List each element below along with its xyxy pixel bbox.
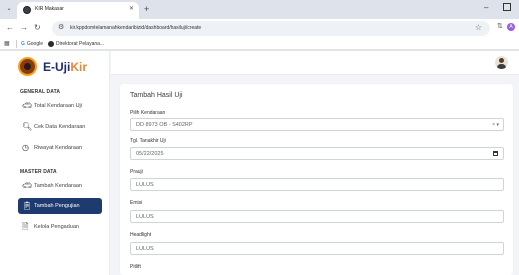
car-icon: 🚗︎: [22, 101, 33, 110]
sidebar-item-label: Kelola Pengaduan: [34, 224, 79, 230]
google-icon: G: [21, 41, 25, 47]
bookmarks-bar: ▦ G Google Direktorat Pelayana...: [0, 38, 519, 50]
history-icon: ◷: [22, 143, 29, 152]
new-tab-icon[interactable]: +: [144, 3, 149, 15]
field-label-pitlift: Pitlift: [130, 264, 141, 270]
logo-emblem-icon: [18, 57, 37, 76]
tab-title: KIR Makasar: [35, 6, 64, 12]
clipboard-icon: 📋︎: [22, 201, 33, 210]
reload-icon[interactable]: ↻: [34, 23, 41, 33]
app-viewport: E-UjiKir GENERAL DATA 🚗︎ Total Kendaraan…: [0, 51, 519, 275]
field-label-prauji: Prauji: [130, 169, 143, 175]
sidebar-item-label: Cek Data Kendaraan: [34, 124, 86, 130]
emisi-input[interactable]: LULUS: [130, 210, 504, 223]
sidebar-item-tambah-kendaraan[interactable]: 🚗︎ Tambah Kendaraan: [18, 178, 102, 194]
sidebar-item-total-kendaraan-uji[interactable]: 🚗︎ Total Kendaraan Uji: [18, 98, 102, 114]
top-navbar: [111, 51, 519, 75]
url-input[interactable]: ⚙ kir.kppdomtelamanahkendaribizid/dashbo…: [52, 21, 490, 36]
select-clear-chevron-icon[interactable]: × ▾: [492, 122, 499, 128]
browser-tab[interactable]: KIR Makasar ✕: [17, 2, 139, 19]
headlight-value: LULUS: [136, 246, 154, 252]
headlight-input[interactable]: LULUS: [130, 242, 504, 255]
sidebar: E-UjiKir GENERAL DATA 🚗︎ Total Kendaraan…: [0, 51, 110, 275]
search-icon: 🔍︎: [22, 122, 33, 131]
field-label-emisi: Emisi: [130, 200, 143, 206]
address-bar-row: ← → ↻ ⚙ kir.kppdomtelamanahkendaribizid/…: [0, 19, 519, 38]
url-text: kir.kppdomtelamanahkendaribizid/dashboar…: [70, 25, 202, 31]
sidebar-item-label: Tambah Kendaraan: [34, 183, 83, 189]
vehicle-select[interactable]: DD 8973 OB - S402RP × ▾: [130, 118, 504, 131]
form-title: Tambah Hasil Uji: [130, 92, 183, 99]
bookmark-star-icon[interactable]: ☆: [475, 23, 482, 32]
profile-avatar-icon[interactable]: A: [507, 23, 515, 31]
sidebar-item-kelola-pengaduan[interactable]: 🗎 Kelola Pengaduan: [18, 219, 102, 235]
user-avatar[interactable]: [495, 56, 508, 69]
calendar-icon[interactable]: [493, 151, 498, 156]
bookmark-google[interactable]: G Google: [21, 40, 43, 48]
document-icon: 🗎: [22, 222, 29, 231]
sidebar-item-label: Riwayat Kendaraan: [34, 145, 83, 151]
bookmark-direktorat[interactable]: Direktorat Pelayana...: [48, 40, 104, 48]
favicon-icon: [23, 6, 31, 14]
emisi-value: LULUS: [136, 214, 154, 220]
maximize-icon[interactable]: [503, 3, 511, 11]
section-master-data: MASTER DATA: [20, 169, 57, 175]
sidebar-item-riwayat-kendaraan[interactable]: ◷ Riwayat Kendaraan: [18, 140, 102, 156]
close-icon[interactable]: ✕: [129, 5, 134, 12]
logo-text: E-UjiKir: [43, 60, 88, 74]
test-date-value: 05/22/2025: [136, 151, 164, 157]
sidebar-item-label: Tambah Pengujian: [34, 203, 80, 209]
vehicle-select-value: DD 8973 OB - S402RP: [136, 122, 193, 128]
apps-grid-icon[interactable]: ▦: [4, 40, 10, 47]
minimize-icon[interactable]: –: [484, 3, 488, 12]
field-label-pilih-kendaraan: Pilih Kendaraan: [130, 110, 166, 116]
tab-search-icon[interactable]: ⌄: [4, 4, 14, 14]
form-card: Tambah Hasil Uji Pilih Kendaraan DD 8973…: [120, 84, 513, 275]
back-icon[interactable]: ←: [6, 23, 14, 33]
car-icon: 🚗︎: [22, 181, 33, 190]
section-general-data: GENERAL DATA: [20, 89, 61, 95]
browser-tab-strip: ⌄ KIR Makasar ✕ + –: [0, 0, 519, 19]
sidebar-item-cek-data-kendaraan[interactable]: 🔍︎ Cek Data Kendaraan: [18, 119, 102, 135]
bookmark-favicon-icon: [48, 40, 54, 47]
prauji-value: LULUS: [136, 182, 154, 188]
bookmarks-divider: [16, 40, 17, 48]
sidebar-item-label: Total Kendaraan Uji: [34, 103, 83, 109]
sidebar-item-tambah-pengujian[interactable]: 📋︎ Tambah Pengujian: [18, 198, 102, 214]
prauji-input[interactable]: LULUS: [130, 178, 504, 191]
test-date-input[interactable]: 05/22/2025: [130, 147, 504, 160]
extensions-icon[interactable]: ⇅: [497, 22, 503, 30]
field-label-tgl-tanakhir-uji: Tgl. Tanakhir Uji: [130, 138, 166, 144]
field-label-headlight: Headlight: [130, 232, 152, 238]
site-info-icon[interactable]: ⚙: [58, 23, 64, 31]
forward-icon[interactable]: →: [20, 23, 28, 33]
